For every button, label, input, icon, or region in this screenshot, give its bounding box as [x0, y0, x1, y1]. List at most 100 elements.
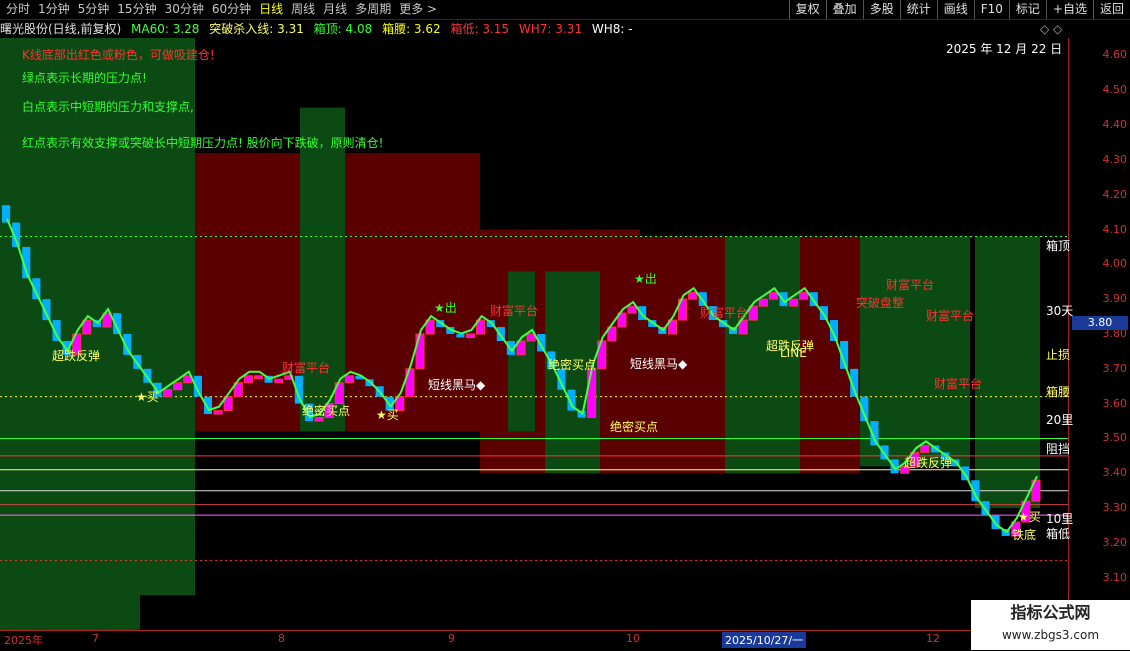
label-wealth-2: 财富平台: [490, 304, 539, 318]
tab-2[interactable]: 5分钟: [74, 2, 114, 17]
label-dark-horse-1: 短线黑马◆: [428, 378, 486, 392]
label-rebound-3: 超跌反弹: [904, 456, 953, 470]
x-tick-label: 8: [278, 632, 285, 645]
x-tick-label: 7: [92, 632, 99, 645]
tool-button-4[interactable]: 画线: [936, 0, 974, 19]
label-secret-2: 绝密买点: [548, 358, 597, 372]
note-1: K线底部出红色或粉色，可做吸建仓!: [22, 48, 215, 62]
label-bottom: 铁底: [1012, 528, 1037, 542]
candle: [758, 298, 768, 307]
y-tick-label: 3.30: [1102, 501, 1128, 515]
time-axis: 2025年 7 8 9 10 2025/10/27/一 12: [0, 630, 1068, 651]
label-rebound-1: 超跌反弹: [52, 349, 101, 363]
note-2: 绿点表示长期的压力点!: [22, 71, 147, 85]
label-buy-2: ★买: [376, 408, 399, 422]
y-tick-label: 3.90: [1102, 292, 1128, 306]
label-out-1: ★出: [434, 301, 457, 315]
watermark-title: 指标公式网: [1010, 603, 1091, 622]
note-4: 红点表示有效支撑或突破长中短期压力点! 股价向下跌破，原则清仓!: [22, 136, 384, 150]
box-low-value: 箱低: 3.15: [450, 22, 510, 36]
top-toolbar: 分时 1分钟 5分钟 15分钟 30分钟 60分钟 日线 周线 月线 多周期 更多 > 复权 叠加 多股…: [0, 0, 1130, 20]
candle: [173, 382, 183, 391]
label-buy-1: ★买: [136, 390, 159, 404]
label-buy-3: ★买: [1018, 510, 1041, 524]
candle: [789, 298, 799, 307]
label-secret-3: 绝密买点: [610, 420, 659, 434]
price-axis: 4.60 4.50 4.40 4.30 4.20 4.10 4.00 3.90 3.80 3.70…: [1068, 38, 1130, 630]
tool-button-7[interactable]: +自选: [1045, 0, 1093, 19]
candle: [688, 291, 698, 300]
tool-button-6[interactable]: 标记: [1008, 0, 1046, 19]
y-tick-label: 4.30: [1102, 152, 1128, 166]
x-tick-label: 12: [926, 632, 940, 645]
tab-5[interactable]: 60分钟: [208, 2, 255, 17]
label-wealth-3: 财富平台: [700, 306, 749, 320]
tab-9[interactable]: 多周期: [351, 2, 395, 17]
x-tick-label: 2025/10/27/一: [722, 632, 807, 648]
candle: [243, 375, 253, 384]
candle: [213, 410, 223, 415]
wh7-value: WH7: 3.31: [518, 22, 582, 36]
tab-3[interactable]: 15分钟: [113, 2, 160, 17]
tool-button-0[interactable]: 复权: [788, 0, 826, 19]
tab-1[interactable]: 1分钟: [34, 2, 74, 17]
ma60-value: MA60: 3.28: [131, 22, 200, 36]
candle: [799, 291, 809, 300]
tool-button-1[interactable]: 叠加: [825, 0, 863, 19]
tool-button-5[interactable]: F10: [973, 0, 1009, 19]
tab-6[interactable]: 日线: [255, 2, 287, 17]
candle: [253, 375, 264, 380]
tab-7[interactable]: 周线: [287, 2, 319, 17]
right-label-box-waist: 箱腰: [1046, 385, 1071, 399]
chart-date: 2025 年 12 月 22 日: [946, 42, 1063, 56]
candle: [465, 333, 476, 338]
current-price-marker: 3.80: [1072, 316, 1128, 330]
y-tick-label: 4.40: [1102, 118, 1128, 132]
window-icons[interactable]: ◇ ◇: [1040, 22, 1062, 36]
label-wealth-6: 财富平台: [934, 377, 983, 391]
y-tick-label: 4.50: [1102, 83, 1128, 97]
x-tick-label: 2025年: [4, 634, 43, 647]
tool-button-8[interactable]: 返回: [1092, 0, 1130, 19]
candle: [274, 378, 284, 384]
y-tick-label: 3.40: [1102, 466, 1128, 480]
label-line: LINE: [780, 346, 807, 360]
background-zone: [975, 236, 1040, 509]
y-tick-label: 3.10: [1102, 570, 1128, 584]
tab-4[interactable]: 30分钟: [161, 2, 208, 17]
tab-10[interactable]: 更多 >: [395, 2, 441, 17]
tool-buttons: 复权 叠加 多股 统计 画线 F10 标记 +自选 返回: [788, 0, 1130, 19]
watermark-logo: 指标公式网 www.zbgs3.com: [971, 600, 1130, 650]
right-label-30day: 30天: [1046, 304, 1074, 318]
candle: [163, 389, 173, 398]
right-label-stop: 止损: [1046, 348, 1071, 362]
watermark-url: www.zbgs3.com: [1001, 628, 1100, 642]
indicator-info-bar: 曙光股份(日线,前复权) MA60: 3.28 突破杀入线: 3.31 箱顶: …: [0, 20, 1060, 38]
y-tick-label: 3.60: [1102, 396, 1128, 410]
candle: [768, 291, 778, 300]
x-tick-label: 9: [448, 632, 455, 645]
tool-button-2[interactable]: 多股: [862, 0, 900, 19]
y-tick-label: 4.00: [1102, 257, 1128, 271]
label-wealth-4: 财富平台: [886, 278, 935, 292]
tool-button-3[interactable]: 统计: [899, 0, 937, 19]
tab-0[interactable]: 分时: [2, 2, 34, 17]
right-label-box-top: 箱顶: [1046, 239, 1071, 253]
candle: [587, 368, 597, 419]
x-tick-label: 10: [626, 632, 640, 645]
stock-name[interactable]: 曙光股份(日线,前复权): [0, 22, 121, 36]
y-tick-label: 3.50: [1102, 431, 1128, 445]
right-label-resist: 阻挡: [1046, 442, 1071, 456]
label-dark-horse-2: 短线黑马◆: [630, 357, 688, 371]
y-tick-label: 4.20: [1102, 187, 1128, 201]
kill-line-value: 突破杀入线: 3.31: [209, 22, 304, 36]
label-secret-1: 绝密买点: [302, 404, 351, 418]
y-tick-label: 3.20: [1102, 535, 1128, 549]
kline-chart[interactable]: [0, 38, 1068, 630]
label-wealth-5: 财富平台: [926, 309, 975, 323]
tab-8[interactable]: 月线: [319, 2, 351, 17]
candle: [456, 334, 465, 338]
wh8-value: WH8: -: [591, 22, 633, 36]
y-tick-label: 4.10: [1102, 222, 1128, 236]
candle: [920, 444, 930, 453]
